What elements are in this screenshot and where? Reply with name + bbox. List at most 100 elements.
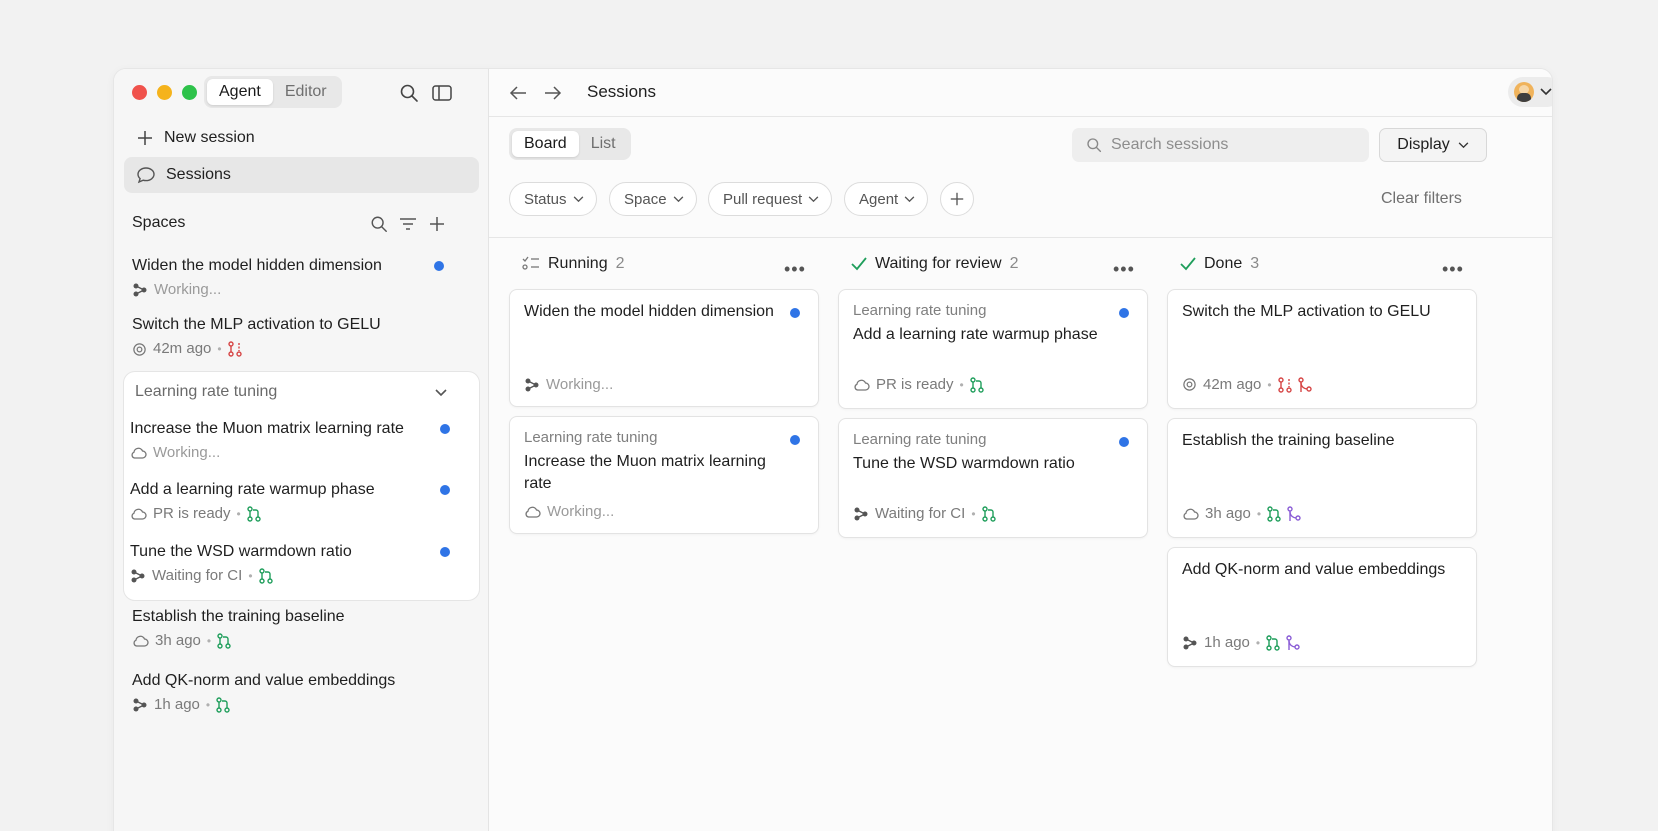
- sidebar-session-item[interactable]: Tune the WSD warmdown ratio Waiting for …: [130, 542, 465, 586]
- sidebar-session-item[interactable]: Add a learning rate warmup phase PR is r…: [130, 480, 465, 524]
- chevron-down-icon[interactable]: [429, 381, 453, 405]
- session-status: Waiting for CI: [152, 567, 243, 584]
- filter-status[interactable]: Status: [509, 182, 597, 216]
- session-card[interactable]: Learning rate tuning Tune the WSD warmdo…: [838, 418, 1148, 538]
- branch-icon: [1297, 376, 1312, 392]
- display-button[interactable]: Display: [1379, 128, 1487, 162]
- agent-nodes-icon: [133, 698, 147, 712]
- new-session-button[interactable]: New session: [124, 120, 479, 156]
- pr-closed-icon: [227, 341, 242, 357]
- view-switch: Board List: [509, 128, 631, 160]
- unread-dot: [440, 485, 450, 495]
- sidebar-session-item[interactable]: Switch the MLP activation to GELU 42m ag…: [132, 315, 467, 359]
- column-title: Waiting for review: [875, 255, 1002, 272]
- forward-arrow-icon[interactable]: [541, 81, 565, 105]
- filter-label: Space: [624, 190, 667, 208]
- cloud-icon: [131, 508, 147, 520]
- search-input[interactable]: Search sessions: [1072, 128, 1369, 162]
- spaces-search-icon[interactable]: [367, 212, 391, 236]
- unread-dot: [790, 308, 800, 318]
- unread-dot: [434, 261, 444, 271]
- sidebar-session-item[interactable]: Widen the model hidden dimension Working…: [132, 256, 467, 300]
- column-header-running: Running 2: [522, 255, 625, 273]
- page-title: Sessions: [587, 82, 656, 101]
- list-check-icon: [522, 256, 539, 270]
- filter-agent[interactable]: Agent: [844, 182, 929, 216]
- card-title: Add a learning rate warmup phase: [853, 326, 1098, 343]
- unread-dot: [1119, 437, 1129, 447]
- session-card[interactable]: Switch the MLP activation to GELU 42m ag…: [1167, 289, 1477, 409]
- agent-nodes-icon: [854, 507, 868, 520]
- agent-nodes-icon: [1183, 636, 1197, 649]
- card-space: Learning rate tuning: [524, 429, 658, 446]
- add-space-icon[interactable]: [425, 212, 449, 236]
- chevron-down-icon: [1458, 141, 1469, 148]
- chevron-down-icon: [904, 195, 915, 202]
- sidebar-session-item[interactable]: Increase the Muon matrix learning rate W…: [130, 419, 465, 463]
- column-title: Running: [548, 255, 608, 272]
- tab-list[interactable]: List: [579, 131, 628, 157]
- session-card[interactable]: Learning rate tuning Increase the Muon m…: [509, 416, 819, 534]
- check-icon: [851, 257, 867, 271]
- clear-filters-button[interactable]: Clear filters: [1381, 190, 1462, 208]
- more-options-icon[interactable]: •••: [1442, 259, 1464, 280]
- plus-icon: [950, 192, 964, 206]
- search-placeholder: Search sessions: [1111, 136, 1229, 153]
- card-title: Switch the MLP activation to GELU: [1182, 303, 1431, 320]
- filter-icon[interactable]: [396, 212, 420, 236]
- back-arrow-icon[interactable]: [506, 81, 530, 105]
- unread-dot: [790, 435, 800, 445]
- tab-board[interactable]: Board: [512, 131, 579, 157]
- card-title: Widen the model hidden dimension: [524, 303, 774, 320]
- profile-menu-button[interactable]: [1508, 77, 1552, 107]
- card-time: 1h ago: [1204, 634, 1250, 651]
- mode-switch: Agent Editor: [204, 76, 342, 108]
- card-time: 3h ago: [1205, 505, 1251, 522]
- filter-label: Pull request: [723, 190, 803, 208]
- pull-request-icon: [217, 633, 231, 649]
- chat-bubble-icon: [137, 167, 155, 184]
- maximize-window-button[interactable]: [182, 85, 197, 100]
- pull-request-icon: [1267, 505, 1281, 522]
- session-title: Widen the model hidden dimension: [132, 257, 382, 274]
- agent-nodes-icon: [131, 569, 145, 583]
- session-title: Add QK-norm and value embeddings: [132, 672, 396, 689]
- sidebar: Agent Editor New session Sessions Spaces: [114, 69, 489, 831]
- column-title: Done: [1204, 255, 1243, 272]
- minimize-window-button[interactable]: [157, 85, 172, 100]
- filter-pull-request[interactable]: Pull request: [708, 182, 833, 216]
- space-group-title[interactable]: Learning rate tuning: [135, 383, 277, 401]
- mode-tab-editor[interactable]: Editor: [273, 79, 339, 105]
- column-header-done: Done 3: [1180, 255, 1259, 273]
- spaces-heading: Spaces: [132, 214, 186, 231]
- more-options-icon[interactable]: •••: [784, 259, 806, 280]
- more-options-icon[interactable]: •••: [1113, 259, 1135, 280]
- chevron-down-icon: [573, 195, 583, 202]
- session-card[interactable]: Establish the training baseline 3h ago •: [1167, 418, 1477, 538]
- session-time: 1h ago: [154, 696, 200, 713]
- search-icon: [1087, 138, 1102, 153]
- filter-label: Agent: [859, 190, 899, 208]
- sidebar-toggle-icon[interactable]: [430, 81, 454, 105]
- sidebar-session-item[interactable]: Add QK-norm and value embeddings 1h ago …: [132, 671, 467, 715]
- unread-dot: [440, 424, 450, 434]
- close-window-button[interactable]: [132, 85, 147, 100]
- search-icon[interactable]: [397, 81, 421, 105]
- session-card[interactable]: Learning rate tuning Add a learning rate…: [838, 289, 1148, 409]
- sidebar-session-item[interactable]: Establish the training baseline 3h ago •: [132, 607, 467, 651]
- new-session-label: New session: [164, 129, 255, 146]
- plus-icon: [138, 131, 152, 145]
- mode-tab-agent[interactable]: Agent: [207, 79, 273, 105]
- add-filter-button[interactable]: [940, 182, 974, 216]
- filter-space[interactable]: Space: [609, 182, 697, 216]
- session-card[interactable]: Widen the model hidden dimension Working…: [509, 289, 819, 407]
- sidebar-item-sessions[interactable]: Sessions: [124, 157, 479, 193]
- card-space: Learning rate tuning: [853, 431, 987, 448]
- card-status: PR is ready: [876, 376, 954, 393]
- session-status: PR is ready: [153, 505, 231, 522]
- pull-request-icon: [258, 568, 273, 584]
- pr-closed-icon: [1277, 376, 1292, 393]
- unread-dot: [440, 547, 450, 557]
- app-window: Agent Editor New session Sessions Spaces: [114, 69, 1552, 831]
- session-card[interactable]: Add QK-norm and value embeddings 1h ago …: [1167, 547, 1477, 667]
